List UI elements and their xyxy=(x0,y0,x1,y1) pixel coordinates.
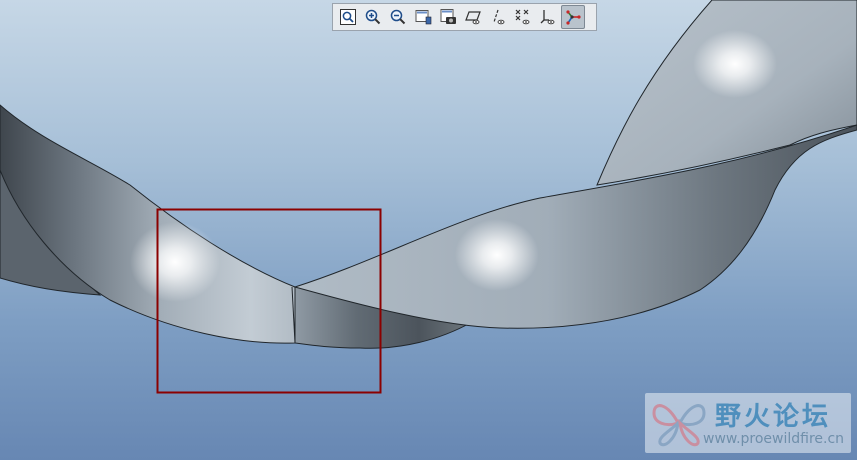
surface-left-ribbon xyxy=(0,104,296,344)
surface-model xyxy=(0,0,857,394)
butterfly-logo-icon xyxy=(652,404,706,447)
datum-points-button[interactable] xyxy=(511,5,535,29)
zoom-out-icon xyxy=(390,9,406,25)
highlight-center xyxy=(455,219,539,291)
zoom-refit-icon xyxy=(340,9,356,25)
view-toolbar xyxy=(332,3,597,31)
spin-center-icon xyxy=(566,10,581,25)
repaint-icon xyxy=(415,10,432,25)
coordinate-systems-icon xyxy=(540,10,555,25)
zoom-refit-button[interactable] xyxy=(336,5,360,29)
watermark-title: 野火论坛 xyxy=(715,402,832,432)
watermark-url: www.proewildfire.cn xyxy=(703,431,845,447)
repaint-button[interactable] xyxy=(411,5,435,29)
saved-views-button[interactable] xyxy=(436,5,460,29)
datum-planes-icon xyxy=(465,11,481,25)
highlight-top-right xyxy=(693,30,777,98)
model-viewport[interactable] xyxy=(0,0,857,460)
datum-planes-button[interactable] xyxy=(461,5,485,29)
highlight-left xyxy=(130,222,220,302)
zoom-in-icon xyxy=(365,9,381,25)
zoom-in-button[interactable] xyxy=(361,5,385,29)
forum-watermark: 野火论坛 www.proewildfire.cn xyxy=(645,393,851,453)
datum-axes-icon xyxy=(493,9,505,25)
datum-axes-button[interactable] xyxy=(486,5,510,29)
surface-right-ribbon xyxy=(293,124,857,329)
coordinate-systems-button[interactable] xyxy=(536,5,560,29)
saved-views-icon xyxy=(440,9,456,24)
spin-center-button[interactable] xyxy=(561,5,585,29)
datum-points-icon xyxy=(515,9,530,25)
zoom-out-button[interactable] xyxy=(386,5,410,29)
